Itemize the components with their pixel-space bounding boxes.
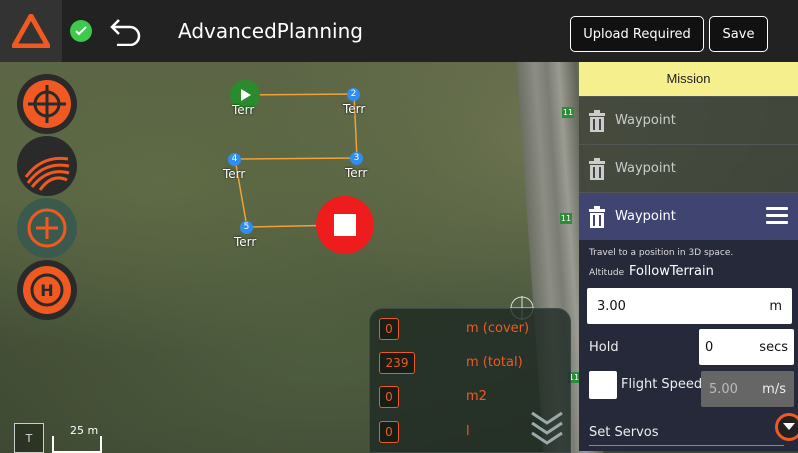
waypoint-label: Terr (345, 166, 368, 180)
add-waypoint-button[interactable] (17, 198, 77, 258)
stats-panel: 0 m (cover) 239 m (total) 0 m2 0 l (369, 308, 571, 453)
waypoint-description: Travel to a position in 3D space. (589, 248, 734, 258)
cover-unit: m (cover) (466, 321, 530, 336)
undo-icon (110, 19, 141, 46)
survey-tool-button[interactable] (17, 136, 77, 196)
mission-item-label: Waypoint (615, 113, 676, 128)
top-bar: AdvancedPlanning Upload Required Save (0, 0, 798, 62)
hold-label: Hold (589, 340, 619, 355)
trash-icon[interactable] (587, 205, 607, 228)
chevron-down-icon (783, 423, 795, 430)
total-unit: m (total) (466, 355, 523, 370)
collapse-icon[interactable] (530, 409, 564, 445)
flight-speed-field[interactable]: 5.00 m/s (701, 371, 794, 407)
waypoint-label: Terr (223, 167, 246, 181)
waypoint-label: Terr (234, 235, 257, 249)
play-icon (241, 89, 251, 101)
altitude-label: Altitude FollowTerrain (589, 264, 798, 279)
rtl-icon: H (23, 266, 71, 314)
mission-item-label: Waypoint (615, 209, 676, 224)
survey-icon (23, 142, 71, 191)
scale-label: 25 m (70, 424, 99, 437)
waypoint-marker[interactable]: 3 (350, 152, 363, 165)
map-type-toggle[interactable]: T (14, 423, 44, 453)
mission-item[interactable]: Waypoint (579, 144, 798, 192)
hold-unit: secs (759, 339, 788, 355)
altitude-label-text: Altitude (589, 268, 625, 278)
back-button[interactable] (106, 11, 146, 51)
hold-value: 0 (705, 339, 714, 355)
volume-value: 0 (379, 421, 399, 443)
mission-item-label: Waypoint (615, 161, 676, 176)
cover-value: 0 (379, 318, 399, 340)
mission-panel: Mission Waypoint Waypoint Waypoint Trave… (579, 62, 798, 453)
scale-bar (52, 436, 102, 453)
stop-button[interactable] (316, 196, 374, 254)
rtl-button[interactable]: H (17, 260, 77, 320)
app-logo[interactable] (0, 0, 62, 62)
mission-item[interactable]: Waypoint (579, 96, 798, 144)
divider (589, 445, 784, 446)
altitude-mode[interactable]: FollowTerrain (629, 264, 714, 279)
trash-icon[interactable] (587, 109, 607, 132)
servos-dropdown[interactable] (775, 413, 798, 441)
area-value: 0 (379, 386, 399, 408)
flight-speed-value: 5.00 (709, 381, 738, 397)
logo-icon (12, 14, 50, 48)
flight-speed-checkbox[interactable] (589, 371, 617, 399)
svg-text:H: H (40, 281, 53, 300)
upload-button[interactable]: Upload Required (570, 16, 704, 52)
altitude-unit: m (769, 298, 782, 314)
trash-icon[interactable] (587, 157, 607, 180)
total-value: 239 (379, 352, 415, 374)
flight-speed-label: Flight Speed (621, 377, 703, 392)
waypoint-label: Terr (232, 103, 255, 117)
stop-icon (334, 214, 356, 236)
waypoint-label: Terr (343, 102, 366, 116)
waypoint-marker[interactable]: 2 (347, 88, 360, 101)
waypoint-marker[interactable]: 5 (240, 221, 253, 234)
servos-label: Set Servos (589, 425, 659, 440)
altitude-field[interactable]: 3.00 m (587, 288, 792, 324)
page-title: AdvancedPlanning (178, 19, 363, 43)
save-button[interactable]: Save (709, 16, 768, 52)
add-icon (27, 208, 67, 248)
menu-icon[interactable] (766, 207, 788, 225)
waypoint-editor: Travel to a position in 3D space. Altitu… (579, 240, 798, 451)
crosshair-icon (23, 80, 71, 128)
flight-speed-unit: m/s (762, 381, 786, 397)
center-tool-button[interactable] (17, 74, 77, 134)
area-unit: m2 (466, 389, 487, 404)
mission-item-active[interactable]: Waypoint (579, 192, 798, 240)
waypoint-marker[interactable]: 4 (228, 153, 241, 166)
hold-field[interactable]: 0 secs (699, 329, 794, 365)
altitude-value: 3.00 (597, 298, 626, 314)
volume-unit: l (466, 424, 470, 439)
connected-icon (70, 20, 92, 42)
mission-header: Mission (579, 62, 798, 96)
